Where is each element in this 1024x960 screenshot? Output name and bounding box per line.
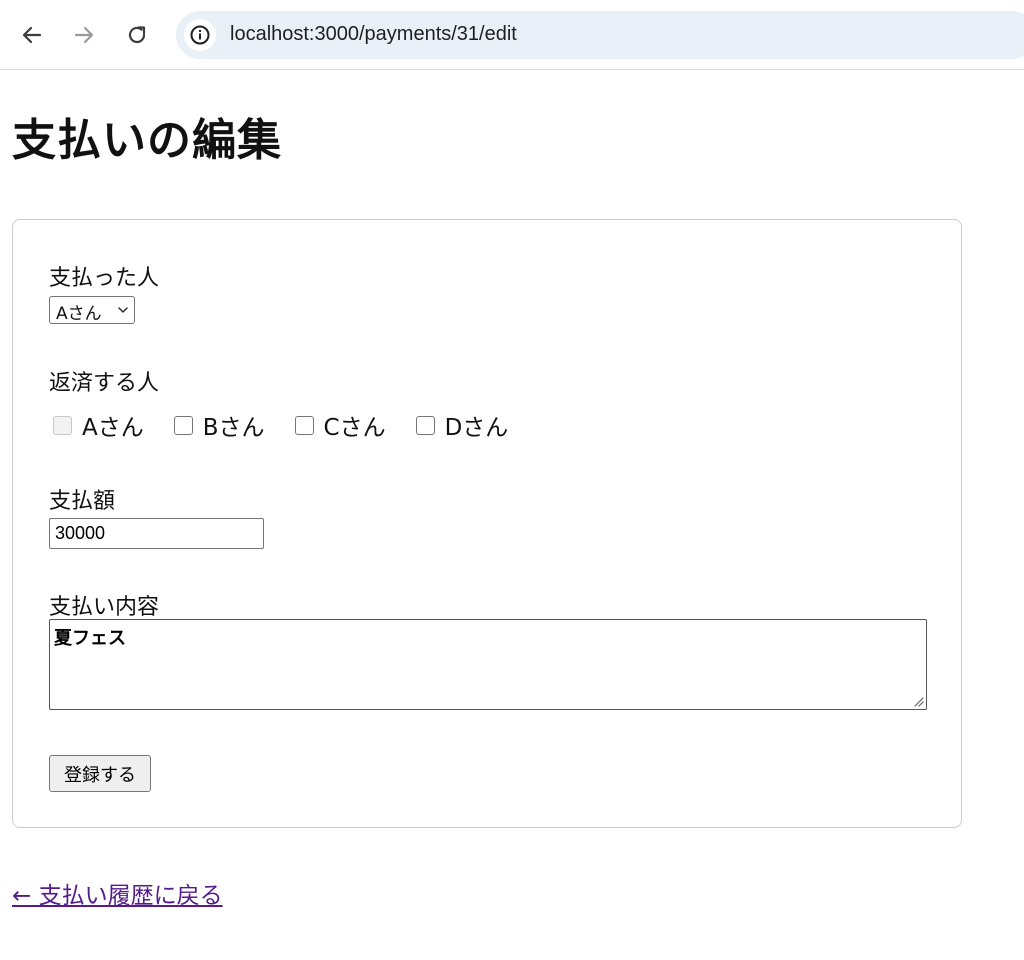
- page-title: 支払いの編集: [12, 115, 282, 166]
- description-text: 夏フェス: [54, 628, 126, 649]
- repayer-option-c[interactable]: Cさん: [294, 408, 386, 442]
- payer-select-value: Aさん: [56, 304, 102, 324]
- repayer-checkbox-b[interactable]: [173, 415, 193, 435]
- arrow-right-icon: [74, 26, 94, 44]
- description-textarea[interactable]: 夏フェス: [49, 619, 927, 710]
- url-text[interactable]: localhost:3000/payments/31/edit: [230, 23, 517, 46]
- forward-button[interactable]: [67, 18, 101, 52]
- submit-button[interactable]: 登録する: [49, 755, 151, 792]
- repayer-option-b[interactable]: Bさん: [173, 408, 265, 442]
- repayer-checkbox-a: [53, 415, 72, 435]
- resize-grip-icon[interactable]: [913, 696, 924, 707]
- repayer-checkbox-c[interactable]: [294, 415, 314, 435]
- description-label: 支払い内容: [49, 595, 160, 620]
- site-info-button[interactable]: [184, 19, 216, 51]
- address-bar[interactable]: localhost:3000/payments/31/edit: [176, 11, 1024, 59]
- repayer-option-label[interactable]: Dさん: [445, 408, 509, 442]
- repayer-option-a: Aさん: [53, 408, 144, 442]
- repayers-checkbox-group: Aさん Bさん Cさん Dさん: [53, 408, 538, 442]
- arrow-left-icon: [22, 26, 42, 44]
- info-icon: [190, 25, 210, 45]
- payment-form: 支払った人 Aさん 返済する人 Aさん Bさん Cさん Dさん 支払額 3000…: [12, 219, 962, 828]
- repayer-option-d[interactable]: Dさん: [415, 408, 509, 442]
- back-button[interactable]: [15, 18, 49, 52]
- payer-label: 支払った人: [49, 266, 160, 291]
- chevron-down-icon: [118, 307, 128, 313]
- browser-toolbar: localhost:3000/payments/31/edit: [0, 0, 1024, 70]
- repayer-option-label[interactable]: Cさん: [324, 408, 386, 442]
- back-to-history-link[interactable]: ← 支払い履歴に戻る: [12, 876, 223, 910]
- reload-button[interactable]: [120, 18, 154, 52]
- reload-icon: [128, 26, 146, 44]
- repayer-checkbox-d[interactable]: [415, 415, 435, 435]
- amount-input[interactable]: 30000: [49, 518, 264, 549]
- amount-label: 支払額: [49, 489, 116, 514]
- repayer-option-label[interactable]: Bさん: [203, 408, 265, 442]
- repayers-label: 返済する人: [49, 371, 160, 396]
- repayer-option-label: Aさん: [82, 415, 144, 441]
- payer-select[interactable]: Aさん: [49, 296, 135, 324]
